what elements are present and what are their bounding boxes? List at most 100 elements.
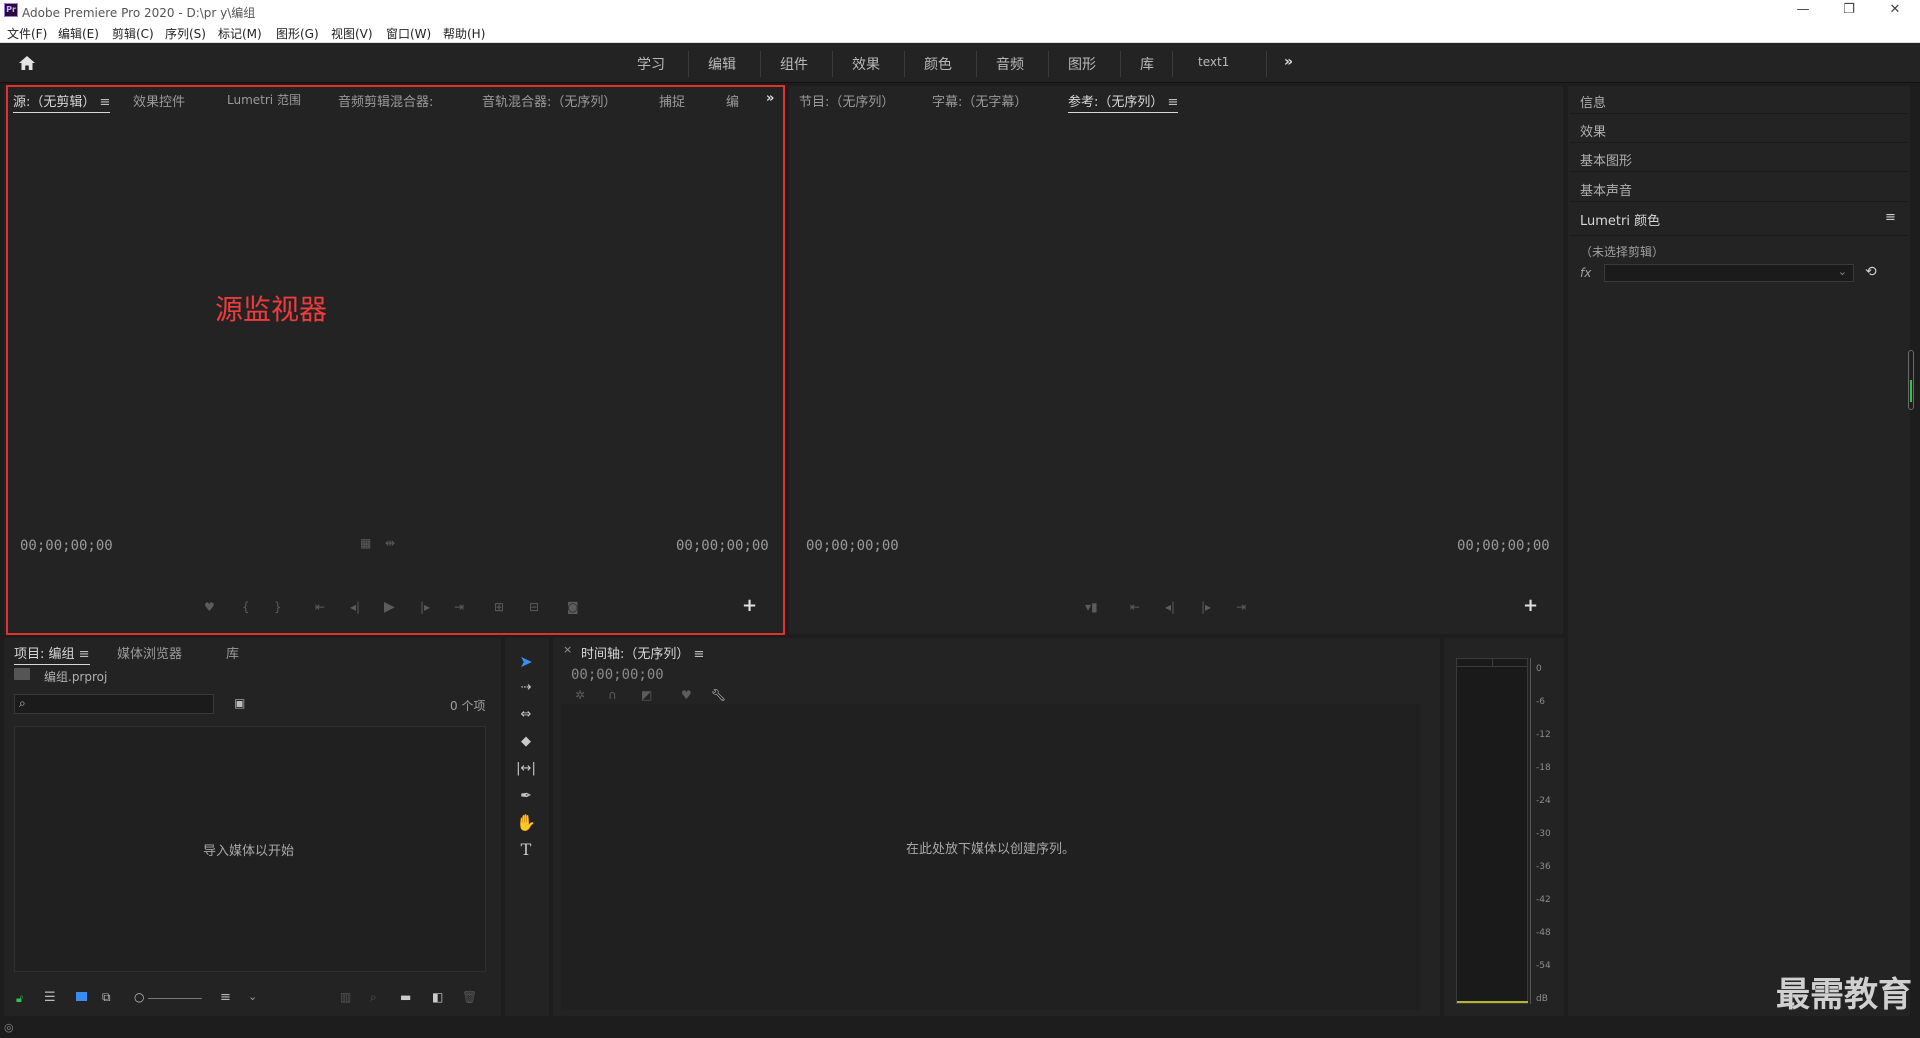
tab-captions[interactable]: 字幕:（无字幕） [932,91,1027,110]
meter-tick: -18 [1536,763,1551,773]
more-workspaces-icon[interactable]: » [1284,54,1293,70]
panel-lumetri-color[interactable]: Lumetri 颜色 ≡ [1570,204,1908,236]
menu-help[interactable]: 帮助(H) [443,25,485,42]
workspace-graphics[interactable]: 图形 [1068,54,1096,74]
tab-reference[interactable]: 参考:（无序列） ≡ [1068,91,1179,113]
tab-timeline-label: 时间轴:（无序列） [581,647,690,662]
panel-essential-sound[interactable]: 基本声音 [1570,174,1908,202]
trash-icon[interactable]: 🗑︎ [462,990,477,1004]
timeline-drop-area[interactable]: 在此处放下媒体以创建序列。 [561,704,1421,1010]
menu-clip[interactable]: 剪辑(C) [112,25,154,42]
nest-icon[interactable]: ✲ [575,688,585,702]
panel-menu-icon[interactable]: ≡ [1885,210,1896,225]
clip-select-dropdown[interactable]: ⌄ [1604,264,1854,282]
close-window-button[interactable]: ✕ [1872,0,1918,22]
lock-icon[interactable]: 🔓︎ [16,992,23,1006]
panel-info[interactable]: 信息 [1570,86,1908,114]
freeform-view-icon[interactable]: ⧉ [102,990,111,1005]
slip-tool-icon[interactable]: |↔| [512,757,540,781]
home-icon[interactable] [18,55,36,71]
add-marker-icon[interactable]: ♥ [681,688,692,702]
audio-meter-panel: 0 -6 -12 -18 -24 -30 -36 -42 -48 -54 dB [1444,638,1564,1016]
minimize-button[interactable]: — [1780,0,1826,22]
menu-window[interactable]: 窗口(W) [386,25,431,42]
chevron-down-icon[interactable]: ⌄ [248,990,257,1003]
track-select-tool-icon[interactable]: ⇢ [512,676,540,700]
menu-edit[interactable]: 编辑(E) [58,25,99,42]
marker-drop-icon[interactable]: ▾▮ [1085,600,1098,614]
workspace-libraries[interactable]: 库 [1140,54,1154,74]
workspace-learn[interactable]: 学习 [637,54,665,74]
timeline-timecode[interactable]: 00;00;00;00 [571,667,664,683]
tab-program[interactable]: 节目:（无序列） [799,91,894,110]
razor-tool-icon[interactable]: ◆ [512,730,540,754]
pen-tool-icon[interactable]: ✒ [512,784,540,808]
project-drop-area[interactable]: 导入媒体以开始 [14,726,486,972]
lumetri-title: Lumetri 颜色 [1580,214,1661,229]
panel-info-label: 信息 [1580,96,1607,111]
project-search-input[interactable]: ⌕ [14,694,214,714]
tab-media-browser[interactable]: 媒体浏览器 [117,643,182,662]
peak-indicator-left[interactable] [1457,659,1493,667]
automate-to-sequence-icon[interactable]: ▥ [340,990,351,1004]
timeline-drop-hint: 在此处放下媒体以创建序列。 [906,842,1076,857]
workspace-effects[interactable]: 效果 [852,54,880,74]
peak-indicator-right[interactable] [1493,659,1528,667]
meter-tick: -54 [1536,961,1551,971]
panel-effects[interactable]: 效果 [1570,115,1908,143]
list-view-icon[interactable]: ☰ [44,990,56,1005]
new-search-bin-icon[interactable]: ▣ [234,696,245,710]
step-forward-icon[interactable]: |▸ [1201,600,1211,614]
menu-markers[interactable]: 标记(M) [218,25,262,42]
go-to-in-icon[interactable]: ⇤ [1130,600,1140,614]
no-clip-selected-label: （未选择剪辑） [1580,245,1665,259]
zoom-slider-icon[interactable]: ○ [134,990,144,1004]
menu-graphics[interactable]: 图形(G) [276,25,319,42]
tab-timeline[interactable]: 时间轴:（无序列） ≡ [581,643,704,664]
hand-tool-icon[interactable]: ✋ [512,811,540,835]
new-bin-icon[interactable]: ▬ [400,990,411,1004]
workspace-text1[interactable]: text1 [1198,55,1229,69]
go-to-out-icon[interactable]: ⇥ [1236,600,1246,614]
new-item-icon[interactable]: ◧ [432,990,443,1004]
tab-project[interactable]: 项目: 编组 ≡ [14,643,90,665]
panel-menu-icon[interactable]: ≡ [694,647,705,662]
tab-libraries[interactable]: 库 [226,643,239,662]
close-tab-icon[interactable]: × [563,643,572,656]
panel-essential-graphics[interactable]: 基本图形 [1570,144,1908,172]
type-tool-icon[interactable]: T [512,838,540,862]
source-monitor-highlight [6,85,785,635]
program-timecode-current[interactable]: 00;00;00;00 [806,538,899,554]
meter-tick: dB [1536,994,1548,1004]
meter-tick: -6 [1536,697,1545,707]
meter-tick: -24 [1536,796,1551,806]
icon-view-icon[interactable] [76,992,87,1001]
wrench-icon[interactable]: 🔧︎ [711,688,726,702]
zoom-slider-track[interactable] [148,998,202,999]
menu-view[interactable]: 视图(V) [331,25,373,42]
workspace-color[interactable]: 颜色 [924,54,952,74]
selection-tool-icon[interactable]: ➤ [512,650,540,674]
reset-icon[interactable]: ⟲ [1865,264,1877,280]
button-editor-icon[interactable]: + [1523,595,1538,616]
ripple-edit-tool-icon[interactable]: ⇔ [512,703,540,727]
find-icon[interactable]: ⌕ [370,990,377,1005]
workspace-audio[interactable]: 音频 [996,54,1024,74]
workspace-editing[interactable]: 编辑 [708,54,736,74]
sort-icon[interactable]: ≡ [220,990,231,1005]
linked-selection-icon[interactable]: ◩ [641,688,652,702]
panel-essential-sound-label: 基本声音 [1580,184,1633,199]
status-bar: ◎ [0,1020,1920,1038]
scrollbar-indicator [1910,380,1912,402]
panel-menu-icon[interactable]: ≡ [1168,95,1179,110]
step-back-icon[interactable]: ◂| [1165,600,1175,614]
snap-icon[interactable]: ∩ [608,688,617,702]
menu-file[interactable]: 文件(F) [7,25,47,42]
panel-effects-label: 效果 [1580,125,1607,140]
workspace-assembly[interactable]: 组件 [780,54,808,74]
menu-sequence[interactable]: 序列(S) [165,25,206,42]
panel-menu-icon[interactable]: ≡ [79,647,90,662]
maximize-button[interactable]: ❐ [1826,0,1872,22]
status-icon[interactable]: ◎ [4,1021,14,1034]
fx-icon: fx [1580,266,1592,280]
